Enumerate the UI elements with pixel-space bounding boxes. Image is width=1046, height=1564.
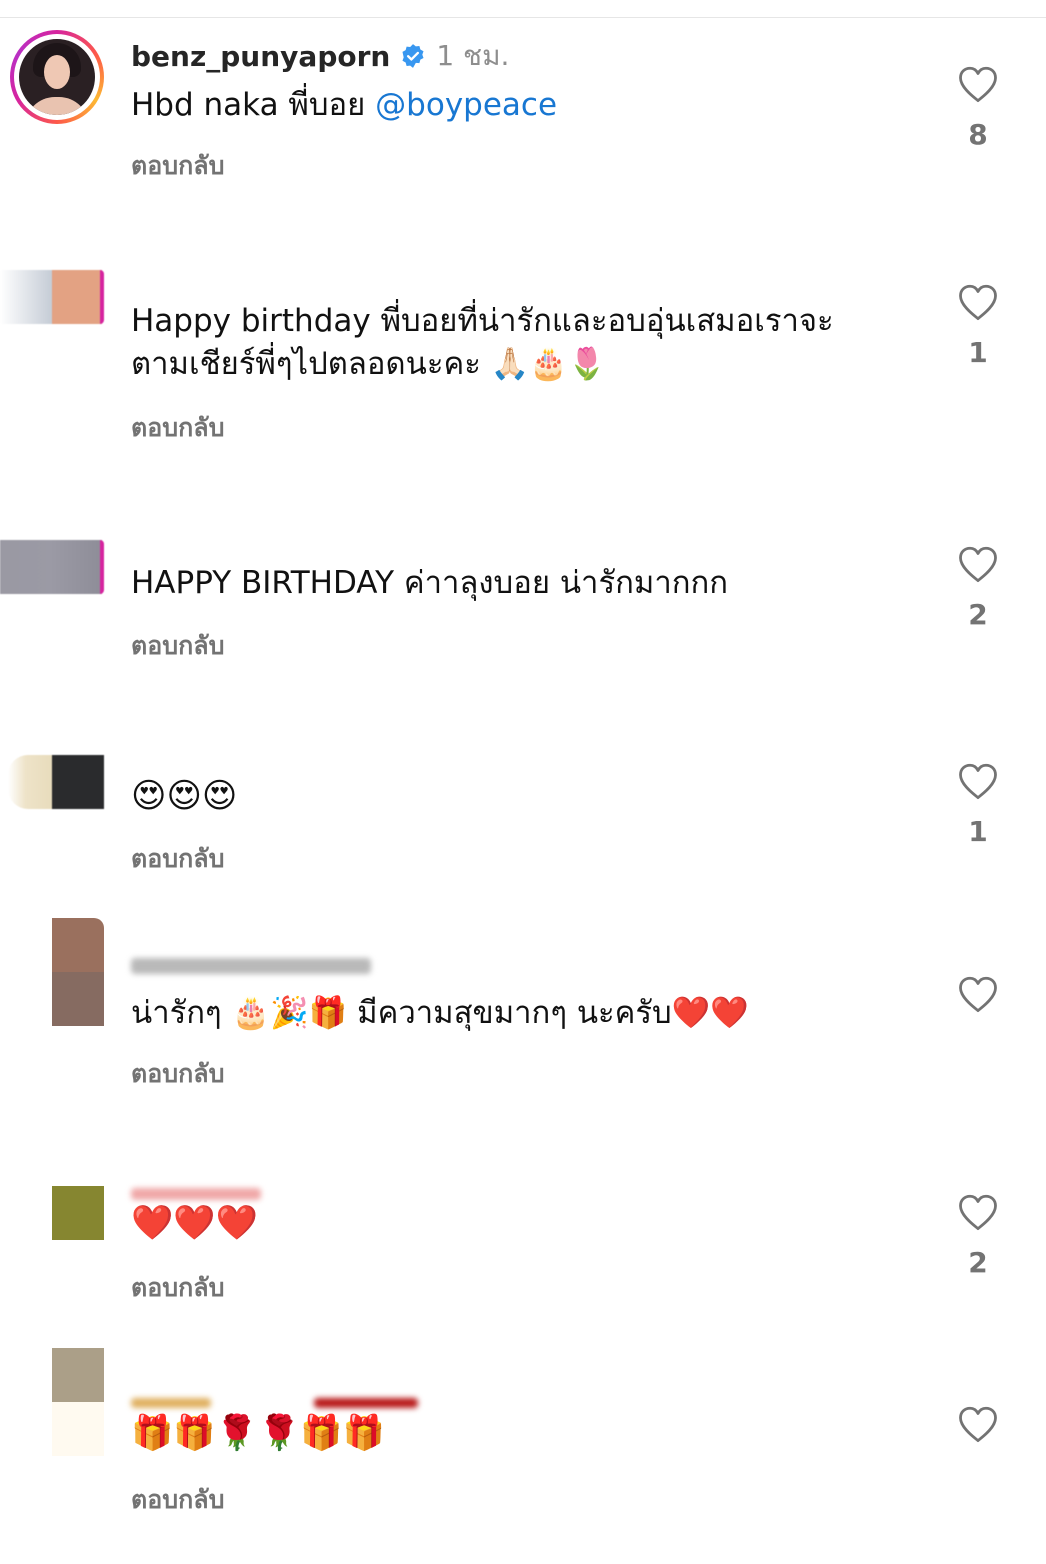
comment-text: Hbd naka พี่บอย @boypeace	[131, 84, 891, 127]
avatar[interactable]	[10, 30, 104, 124]
heart-outline-icon[interactable]	[957, 544, 999, 584]
like-count: 8	[968, 118, 988, 151]
comment-text: 🎁🎁🌹🌹🎁🎁	[131, 1413, 386, 1453]
avatar[interactable]	[52, 918, 104, 972]
blurred-username-2	[314, 1398, 418, 1408]
comment-header: benz_punyaporn 1 ชม.	[131, 38, 509, 74]
reply-button[interactable]: ตอบกลับ	[131, 839, 224, 879]
avatar[interactable]	[52, 1348, 104, 1402]
avatar[interactable]	[0, 540, 104, 594]
comment-text: 😍😍😍	[131, 776, 238, 816]
like-count: 2	[968, 1246, 988, 1279]
comment-text-body: Hbd naka พี่บอย	[131, 87, 376, 123]
like-count: 1	[968, 815, 988, 848]
heart-outline-icon[interactable]	[957, 64, 999, 104]
like-count: 2	[968, 598, 988, 631]
heart-outline-icon[interactable]	[957, 974, 999, 1014]
heart-outline-icon[interactable]	[957, 1404, 999, 1444]
comment-text: HAPPY BIRTHDAY ค่าาลุงบอย น่ารักมากกก	[131, 565, 729, 601]
comment-text: ❤️❤️❤️	[131, 1203, 259, 1243]
avatar[interactable]	[0, 755, 104, 809]
reply-button[interactable]: ตอบกลับ	[131, 1054, 224, 1094]
heart-outline-icon[interactable]	[957, 282, 999, 322]
comment-text: น่ารักๆ 🎂🎉🎁 มีความสุขมากๆ นะครับ❤️❤️	[131, 995, 749, 1031]
avatar-lower	[52, 1402, 104, 1456]
verified-badge-icon	[400, 43, 426, 69]
like-column: 1	[950, 761, 1006, 848]
comment-time: 1 ชม.	[436, 39, 510, 72]
like-column	[950, 974, 1006, 1028]
avatar[interactable]	[0, 270, 104, 324]
reply-button[interactable]: ตอบกลับ	[131, 408, 224, 448]
avatar[interactable]	[52, 1186, 104, 1240]
blurred-username	[131, 1398, 211, 1408]
reply-button[interactable]: ตอบกลับ	[131, 626, 224, 666]
comment-text: Happy birthday พี่บอยที่น่ารักและอบอุ่นเ…	[131, 303, 834, 382]
like-column: 8	[950, 64, 1006, 151]
like-column: 1	[950, 282, 1006, 369]
top-divider	[0, 17, 1046, 18]
avatar-lower	[52, 972, 104, 1026]
reply-button[interactable]: ตอบกลับ	[131, 1480, 224, 1520]
blurred-username	[131, 958, 371, 974]
reply-button[interactable]: ตอบกลับ	[131, 1268, 224, 1308]
like-column	[950, 1404, 1006, 1458]
mention-link[interactable]: @boypeace	[375, 87, 557, 123]
like-column: 2	[950, 1192, 1006, 1279]
heart-outline-icon[interactable]	[957, 761, 999, 801]
heart-outline-icon[interactable]	[957, 1192, 999, 1232]
username[interactable]: benz_punyaporn	[131, 40, 390, 73]
blurred-username	[131, 1188, 261, 1200]
reply-button[interactable]: ตอบกลับ	[131, 146, 224, 186]
like-column: 2	[950, 544, 1006, 631]
like-count: 1	[968, 336, 988, 369]
